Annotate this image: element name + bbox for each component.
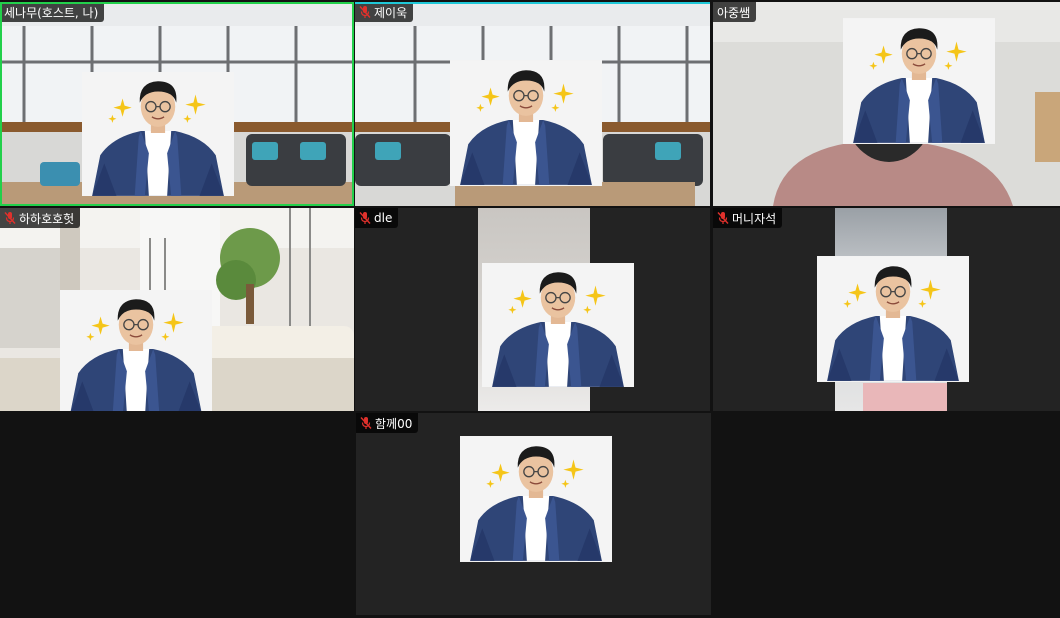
person-image xyxy=(817,256,969,382)
participant-name-tag: 머니자석 xyxy=(713,208,783,228)
participant-name: 아중쌤 xyxy=(717,5,751,20)
participant-name: 함께00 xyxy=(375,416,413,431)
participant-sticker xyxy=(82,72,234,196)
video-tile-participant[interactable]: 하하호호헛 xyxy=(0,208,354,411)
participant-name-tag: 제이욱 xyxy=(355,2,414,22)
person-image xyxy=(482,263,634,387)
video-tile-participant[interactable]: 머니자석 xyxy=(713,208,1060,411)
person-image xyxy=(82,72,234,196)
participant-sticker xyxy=(60,290,212,411)
person-image xyxy=(843,18,995,144)
mic-muted-icon xyxy=(4,212,16,225)
person-image xyxy=(450,60,602,186)
participant-sticker xyxy=(843,18,995,144)
participant-name-tag: 함께00 xyxy=(356,413,419,433)
participant-name: 하하호호헛 xyxy=(19,211,75,226)
participant-name-tag: 하하호호헛 xyxy=(0,208,81,228)
mic-muted-icon xyxy=(359,6,371,19)
video-tile-participant[interactable]: 함께00 xyxy=(356,413,711,615)
mic-muted-icon xyxy=(360,417,372,430)
participant-name-tag: 세나무(호스트, 나) xyxy=(0,2,105,22)
participant-sticker xyxy=(817,256,969,382)
camera-feed-detail xyxy=(863,383,947,411)
participant-name: 세나무(호스트, 나) xyxy=(4,5,99,20)
video-tile-participant[interactable]: 제이욱 xyxy=(355,2,710,206)
participant-sticker xyxy=(482,263,634,387)
mic-muted-icon xyxy=(717,212,729,225)
participant-sticker xyxy=(460,436,612,562)
participant-name: dle xyxy=(374,211,393,225)
video-tile-host[interactable]: 세나무(호스트, 나) xyxy=(0,2,354,206)
participant-name-tag: 아중쌤 xyxy=(713,2,757,22)
participant-name-tag: dle xyxy=(355,208,399,228)
participant-sticker xyxy=(450,60,602,186)
mic-muted-icon xyxy=(359,212,371,225)
participant-name: 머니자석 xyxy=(732,211,777,226)
video-tile-participant[interactable]: 아중쌤 xyxy=(713,2,1060,206)
person-image xyxy=(60,290,212,411)
participant-name: 제이욱 xyxy=(374,5,408,20)
video-tile-participant[interactable]: dle xyxy=(355,208,710,411)
person-image xyxy=(460,436,612,562)
